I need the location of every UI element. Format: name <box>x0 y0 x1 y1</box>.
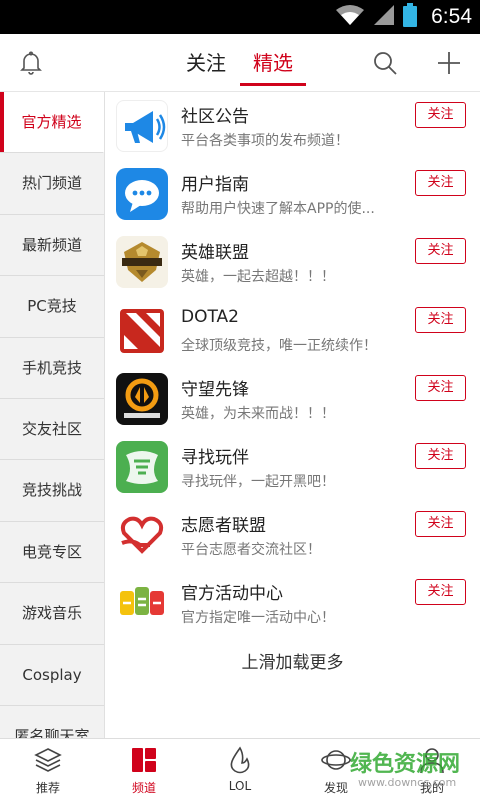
bottom-nav: 推荐 频道 LOL 发现 我的 <box>0 738 480 800</box>
grid-icon <box>129 745 159 775</box>
find-partner-icon <box>116 440 168 493</box>
follow-button[interactable]: 关注 <box>415 238 466 265</box>
channel-name: 英雄联盟 <box>181 243 249 264</box>
sidebar-item-newest[interactable]: 最新频道 <box>0 215 104 277</box>
channel-desc: 帮助用户快速了解本APP的使... <box>181 201 375 218</box>
nav-label: 发现 <box>323 781 348 795</box>
list-item[interactable]: 寻找玩伴 寻找玩伴，一起开黑吧！ 关注 <box>105 433 480 501</box>
channel-name: 守望先锋 <box>181 379 249 400</box>
sidebar-item-social[interactable]: 交友社区 <box>0 399 104 461</box>
nav-discover[interactable]: 发现 <box>288 739 384 800</box>
follow-button[interactable]: 关注 <box>415 170 466 197</box>
follow-button[interactable]: 关注 <box>415 511 466 538</box>
channel-desc: 平台各类事项的发布频道！ <box>181 133 349 149</box>
category-sidebar: 官方精选 热门频道 最新频道 PC竞技 手机竞技 交友社区 竞技挑战 电竞专区 … <box>0 92 105 738</box>
sidebar-item-official[interactable]: 官方精选 <box>0 92 104 154</box>
nav-recommend[interactable]: 推荐 <box>0 739 96 800</box>
channel-name: 寻找玩伴 <box>181 447 249 468</box>
sidebar-item-music[interactable]: 游戏音乐 <box>0 583 104 645</box>
flame-icon <box>225 745 255 775</box>
channel-desc: 全球顶级竞技，唯一正统续作！ <box>181 337 377 354</box>
heart-hand-icon <box>116 509 168 562</box>
sidebar-item-pc[interactable]: PC竞技 <box>0 276 104 338</box>
bell-icon[interactable] <box>16 48 46 78</box>
sidebar-item-hot[interactable]: 热门频道 <box>0 153 104 215</box>
planet-icon <box>321 745 351 775</box>
sidebar-item-cosplay[interactable]: Cosplay <box>0 645 104 706</box>
follow-button[interactable]: 关注 <box>415 442 466 469</box>
channel-name: 志愿者联盟 <box>181 516 266 537</box>
channel-desc: 寻找玩伴，一起开黑吧！ <box>181 473 335 490</box>
list-item[interactable]: 用户指南 帮助用户快速了解本APP的使... 关注 <box>105 160 480 228</box>
megaphone-icon <box>116 100 168 152</box>
wifi-icon <box>335 4 365 30</box>
load-more-hint: 上滑加载更多 <box>241 653 344 673</box>
nav-profile[interactable]: 我的 <box>384 739 480 800</box>
person-icon <box>417 745 447 775</box>
search-icon[interactable] <box>370 48 400 78</box>
nav-label: 频道 <box>131 781 156 795</box>
nav-lol[interactable]: LOL <box>192 739 288 800</box>
event-center-icon <box>116 577 168 630</box>
follow-button[interactable]: 关注 <box>415 306 466 333</box>
sidebar-item-challenge[interactable]: 竞技挑战 <box>0 460 104 522</box>
list-item[interactable]: 守望先锋 英雄，为未来而战！！！ 关注 <box>105 365 480 433</box>
channel-desc: 英雄，一起去超越！！！ <box>181 269 335 286</box>
overwatch-logo-icon <box>116 372 168 425</box>
list-item[interactable]: 社区公告 平台各类事项的发布频道！ 关注 <box>105 92 480 160</box>
layers-icon <box>33 745 63 775</box>
list-item[interactable]: 官方活动中心 官方指定唯一活动中心！ 关注 <box>105 569 480 637</box>
channel-name: DOTA2 <box>181 306 239 327</box>
chat-bubble-icon <box>116 168 168 221</box>
tab-following[interactable]: 关注 <box>178 34 234 92</box>
list-item[interactable]: 英雄联盟 英雄，一起去超越！！！ 关注 <box>105 228 480 296</box>
nav-label: 推荐 <box>35 781 60 795</box>
nav-label: 我的 <box>419 781 444 795</box>
active-tab-underline <box>240 83 306 86</box>
channel-list: 社区公告 平台各类事项的发布频道！ 关注 用户指南 帮助用户快速了解本APP的使… <box>105 92 480 738</box>
sidebar-item-esports[interactable]: 电竞专区 <box>0 522 104 584</box>
status-icons: 6:54 <box>335 0 472 34</box>
battery-icon <box>403 3 418 31</box>
follow-button[interactable]: 关注 <box>415 579 466 606</box>
channel-desc: 平台志愿者交流社区！ <box>181 542 321 559</box>
add-icon[interactable] <box>434 48 464 78</box>
status-time: 6:54 <box>431 5 472 28</box>
top-header: 关注 精选 <box>0 34 480 92</box>
channel-name: 社区公告 <box>181 107 249 127</box>
nav-label: LOL <box>228 779 252 793</box>
lol-logo-icon <box>116 236 168 289</box>
nav-channels[interactable]: 频道 <box>96 739 192 800</box>
status-bar: 6:54 <box>0 0 480 34</box>
channel-name: 官方活动中心 <box>181 584 283 605</box>
follow-button[interactable]: 关注 <box>415 102 466 128</box>
list-item[interactable]: DOTA2 全球顶级竞技，唯一正统续作！ 关注 <box>105 297 480 365</box>
channel-name: 用户指南 <box>181 175 249 196</box>
dota2-logo-icon <box>116 304 168 357</box>
list-item[interactable]: 志愿者联盟 平台志愿者交流社区！ 关注 <box>105 501 480 569</box>
signal-icon <box>373 4 395 30</box>
channel-desc: 官方指定唯一活动中心！ <box>181 610 335 627</box>
sidebar-item-anonymous[interactable]: 匿名聊天室 <box>0 706 104 738</box>
follow-button[interactable]: 关注 <box>415 374 466 401</box>
channel-desc: 英雄，为未来而战！！！ <box>181 405 335 422</box>
sidebar-item-mobile[interactable]: 手机竞技 <box>0 338 104 399</box>
